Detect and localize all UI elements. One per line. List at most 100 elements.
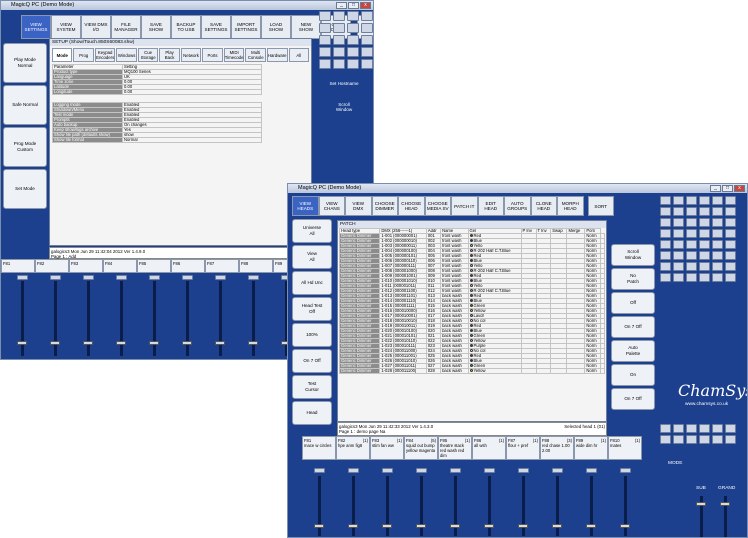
fader-button[interactable]: [552, 468, 563, 473]
softkey-button[interactable]: View All: [292, 245, 332, 269]
playback-key[interactable]: F86: [171, 259, 205, 273]
table-row[interactable]: Generic Dimmer 1-028 (000011100) 028 back w…: [338, 368, 605, 374]
grid-button[interactable]: [699, 424, 710, 433]
setup-tab[interactable]: MIDI Timecode: [223, 48, 245, 62]
grid-button[interactable]: [686, 240, 697, 249]
softkey-button[interactable]: Play Mode Normal: [3, 43, 47, 83]
grid-button[interactable]: [319, 11, 331, 21]
toolbar-button[interactable]: SAVE SHOW: [141, 15, 171, 39]
grid-button[interactable]: [712, 240, 723, 249]
grid-button[interactable]: [712, 262, 723, 271]
grid-button[interactable]: [361, 47, 373, 57]
fader-knob[interactable]: [586, 524, 596, 528]
playback-key[interactable]: F83: [69, 259, 103, 273]
grid-button[interactable]: [686, 435, 697, 444]
toolbar-button[interactable]: CLONE HEAD: [530, 196, 557, 216]
fader-button[interactable]: [518, 468, 529, 473]
grid-button[interactable]: [319, 23, 331, 33]
softkey-button[interactable]: Head: [292, 401, 332, 425]
fader-button[interactable]: [248, 275, 259, 280]
grid-button[interactable]: [361, 59, 373, 69]
grid-button[interactable]: [333, 11, 345, 21]
toolbar-button[interactable]: VIEW DMX: [345, 196, 372, 216]
setup-tab[interactable]: Prog: [73, 48, 94, 62]
fader-button[interactable]: [382, 468, 393, 473]
fader-knob[interactable]: [620, 524, 630, 528]
grid-button[interactable]: [699, 262, 710, 271]
grid-button[interactable]: [660, 251, 671, 260]
softkey-button[interactable]: Set Mode: [3, 169, 47, 209]
softkey-button[interactable]: All Hd Unc: [292, 271, 332, 295]
playback-key[interactable]: F85 (1) theatre stack red wash red dim: [438, 436, 472, 460]
grid-button[interactable]: [660, 229, 671, 238]
softkey-button[interactable]: On 7 Off: [292, 349, 332, 373]
playback-key[interactable]: F88: [239, 259, 273, 273]
fader-knob[interactable]: [416, 524, 426, 528]
grid-button[interactable]: [712, 196, 723, 205]
grid-button[interactable]: [673, 240, 684, 249]
fader-knob[interactable]: [248, 341, 258, 345]
playback-key[interactable]: F81: [1, 259, 35, 273]
grid-button[interactable]: [699, 435, 710, 444]
playback-key[interactable]: F81 mace w circles: [302, 436, 336, 460]
fader-button[interactable]: [348, 468, 359, 473]
playback-key[interactable]: F84 (5) squid out bump yellow magenta: [404, 436, 438, 460]
grid-button[interactable]: [686, 196, 697, 205]
toolbar-button[interactable]: NEW SHOW: [291, 15, 321, 39]
toolbar-button[interactable]: FILE MANAGER: [111, 15, 141, 39]
grid-button[interactable]: [699, 273, 710, 282]
setup-tab[interactable]: Play Back: [159, 48, 180, 62]
toolbar-button[interactable]: BACKUP TO USB: [171, 15, 201, 39]
fader-button[interactable]: [620, 468, 631, 473]
param-value[interactable]: Normal: [122, 137, 262, 143]
playback-key[interactable]: F83 (1) stim fan ww: [370, 436, 404, 460]
grid-button[interactable]: [686, 218, 697, 227]
grid-button[interactable]: [660, 196, 671, 205]
close-button[interactable]: x: [734, 185, 745, 192]
playback-key[interactable]: F86 (1) all wsh: [472, 436, 506, 460]
close-button[interactable]: x: [360, 2, 371, 9]
playback-key[interactable]: F810 (1) mates: [608, 436, 642, 460]
setup-tab[interactable]: All: [288, 48, 310, 62]
toolbar-button[interactable]: VIEW CHANS: [318, 196, 345, 216]
setup-tab[interactable]: Ports: [202, 48, 223, 62]
setup-tab[interactable]: Multi Console: [245, 48, 266, 62]
grid-button[interactable]: [319, 47, 331, 57]
grid-button[interactable]: [660, 262, 671, 271]
grid-button[interactable]: [673, 196, 684, 205]
grid-button[interactable]: [725, 251, 736, 260]
grid-button[interactable]: [712, 207, 723, 216]
setup-tab[interactable]: Cue Storage: [137, 48, 159, 62]
fader-button[interactable]: [50, 275, 61, 280]
setup-tab[interactable]: Hardware: [266, 48, 288, 62]
softkey-button[interactable]: Universe All: [292, 219, 332, 243]
grid-button[interactable]: [699, 251, 710, 260]
fader-knob[interactable]: [696, 502, 706, 506]
playback-key[interactable]: F87: [205, 259, 239, 273]
setup-tab[interactable]: Keypad Encoders: [94, 48, 116, 62]
grid-button[interactable]: [699, 240, 710, 249]
grid-button[interactable]: [333, 23, 345, 33]
fader-button[interactable]: [215, 275, 226, 280]
grid-button[interactable]: [361, 23, 373, 33]
grid-button[interactable]: [712, 424, 723, 433]
grid-button[interactable]: [725, 229, 736, 238]
toolbar-button[interactable]: AUTO GROUPS: [504, 196, 531, 216]
fader-knob[interactable]: [314, 524, 324, 528]
grid-button[interactable]: [725, 424, 736, 433]
grid-button[interactable]: [686, 207, 697, 216]
toolbar-button[interactable]: LOAD SHOW: [261, 15, 291, 39]
grid-button[interactable]: [686, 273, 697, 282]
fader-knob[interactable]: [215, 341, 225, 345]
grid-button[interactable]: [347, 11, 359, 21]
grid-button[interactable]: [725, 435, 736, 444]
fader-knob[interactable]: [720, 502, 730, 506]
grid-button[interactable]: [686, 229, 697, 238]
playback-key[interactable]: F82 (1) hpe anm fig8: [336, 436, 370, 460]
grid-button[interactable]: [673, 424, 684, 433]
grid-button[interactable]: [686, 251, 697, 260]
grid-button[interactable]: [347, 59, 359, 69]
setup-tab[interactable]: Network: [180, 48, 202, 62]
maximize-button[interactable]: □: [348, 2, 359, 9]
grid-button[interactable]: [660, 435, 671, 444]
